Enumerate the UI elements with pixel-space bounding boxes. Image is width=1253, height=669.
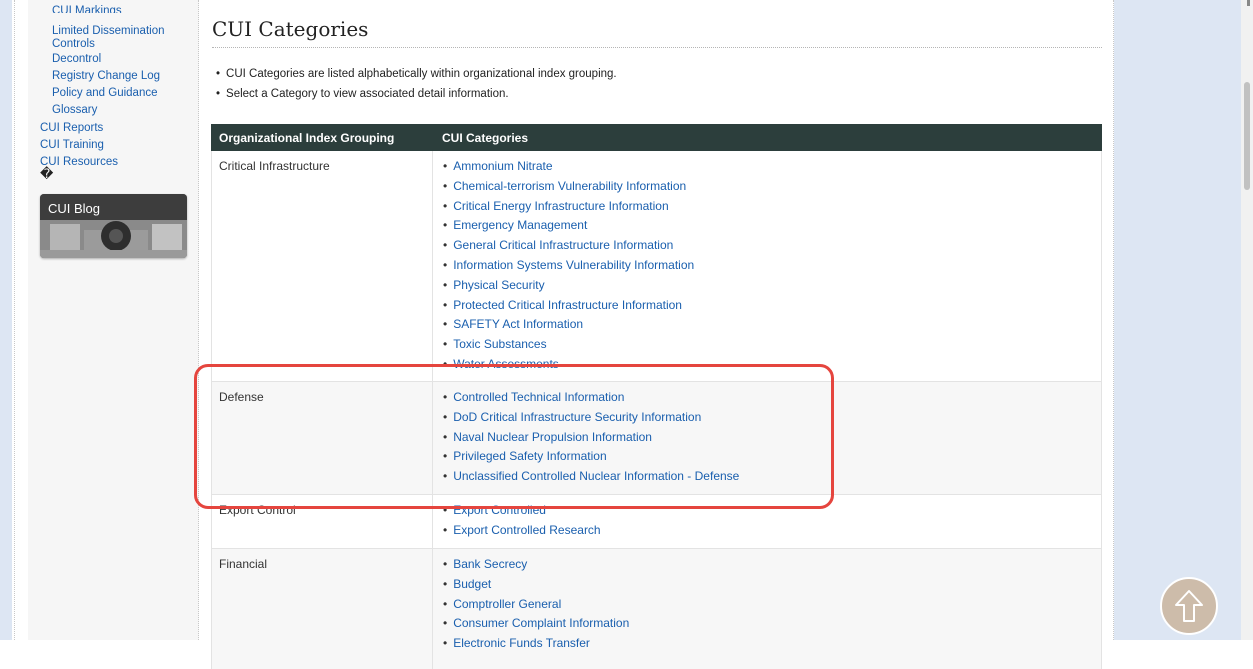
scrollbar-top-marker: [1247, 0, 1250, 6]
table-row-defense: Defense Controlled Technical Information…: [211, 382, 1102, 495]
back-to-top-button[interactable]: [1160, 577, 1218, 635]
category-link-emergency-management[interactable]: Emergency Management: [453, 218, 587, 232]
category-link-chemical-terrorism[interactable]: Chemical-terrorism Vulnerability Informa…: [453, 179, 686, 193]
category-link-comptroller-general[interactable]: Comptroller General: [453, 597, 561, 611]
category-link-electronic-funds-transfer[interactable]: Electronic Funds Transfer: [453, 636, 590, 650]
group-label: Financial: [219, 557, 268, 571]
category-item: Privileged Safety Information: [443, 447, 739, 467]
category-item: Consumer Complaint Information: [443, 614, 629, 634]
category-link-export-controlled-research[interactable]: Export Controlled Research: [453, 523, 600, 537]
replacement-character-glyph: �: [40, 166, 54, 181]
category-item: Critical Energy Infrastructure Informati…: [443, 197, 694, 217]
category-item: Unclassified Controlled Nuclear Informat…: [443, 467, 739, 487]
group-label: Export Control: [219, 503, 296, 517]
column-divider: [432, 495, 433, 548]
sidebar-item-registry-change-log[interactable]: Registry Change Log: [52, 70, 160, 83]
sidebar-item-cui-training[interactable]: CUI Training: [40, 139, 104, 152]
category-item: General Critical Infrastructure Informat…: [443, 236, 694, 256]
category-link-controlled-technical-information[interactable]: Controlled Technical Information: [453, 390, 624, 404]
header-organizational-index-grouping: Organizational Index Grouping: [219, 131, 395, 145]
category-link-privileged-safety[interactable]: Privileged Safety Information: [453, 449, 606, 463]
category-item: Export Controlled Research: [443, 521, 600, 541]
table-header: Organizational Index Grouping CUI Catego…: [211, 124, 1102, 151]
page-left-divider: [14, 0, 15, 640]
up-arrow-circle-icon: [1175, 590, 1203, 622]
category-item: Bank Secrecy: [443, 555, 629, 575]
category-link-critical-energy[interactable]: Critical Energy Infrastructure Informati…: [453, 199, 668, 213]
group-label: Critical Infrastructure: [219, 159, 330, 173]
category-link-physical-security[interactable]: Physical Security: [453, 278, 544, 292]
category-item: Emergency Management: [443, 216, 694, 236]
page-left-background: [0, 0, 12, 640]
category-link-ucni-defense[interactable]: Unclassified Controlled Nuclear Informat…: [453, 469, 739, 483]
category-item: DoD Critical Infrastructure Security Inf…: [443, 408, 739, 428]
sidebar-item-limited-dissemination-controls[interactable]: Limited Dissemination Controls: [52, 25, 172, 51]
category-link-general-critical-infrastructure[interactable]: General Critical Infrastructure Informat…: [453, 238, 673, 252]
category-list: Ammonium Nitrate Chemical-terrorism Vuln…: [443, 157, 694, 375]
category-link-water-assessments[interactable]: Water Assessments: [453, 357, 559, 371]
intro-item: CUI Categories are listed alphabetically…: [216, 64, 617, 84]
sidebar-item-cui-markings[interactable]: CUI Markings: [52, 5, 122, 13]
category-item: Protected Critical Infrastructure Inform…: [443, 296, 694, 316]
category-item: Water Assessments: [443, 355, 694, 375]
category-item: Chemical-terrorism Vulnerability Informa…: [443, 177, 694, 197]
category-item: SAFETY Act Information: [443, 315, 694, 335]
cui-blog-label: CUI Blog: [48, 201, 101, 216]
category-link-safety-act[interactable]: SAFETY Act Information: [453, 317, 583, 331]
scrollbar-thumb[interactable]: [1244, 82, 1250, 190]
group-label: Defense: [219, 390, 264, 404]
category-link-naval-nuclear-propulsion[interactable]: Naval Nuclear Propulsion Information: [453, 430, 652, 444]
title-divider: [212, 47, 1102, 48]
category-item: Export Controlled: [443, 501, 601, 521]
category-link-budget[interactable]: Budget: [453, 577, 491, 591]
cui-blog-card[interactable]: CUI Blog: [40, 194, 187, 258]
category-item: Controlled Technical Information: [443, 388, 739, 408]
category-link-dod-critical-infrastructure[interactable]: DoD Critical Infrastructure Security Inf…: [453, 410, 701, 424]
page-right-background: [1114, 0, 1241, 640]
category-link-information-systems-vulnerability[interactable]: Information Systems Vulnerability Inform…: [453, 258, 694, 272]
intro-item: Select a Category to view associated det…: [216, 84, 617, 104]
category-item: Comptroller General: [443, 595, 629, 615]
category-link-toxic-substances[interactable]: Toxic Substances: [453, 337, 546, 351]
category-item: Naval Nuclear Propulsion Information: [443, 428, 739, 448]
category-item: Toxic Substances: [443, 335, 694, 355]
category-item: Budget: [443, 575, 629, 595]
sidebar-item-policy-and-guidance[interactable]: Policy and Guidance: [52, 87, 157, 100]
sidebar: CUI Markings Limited Dissemination Contr…: [28, 0, 199, 640]
category-item: Physical Security: [443, 276, 694, 296]
category-link-protected-critical-infrastructure[interactable]: Protected Critical Infrastructure Inform…: [453, 298, 682, 312]
column-divider: [432, 382, 433, 494]
category-item: Ammonium Nitrate: [443, 157, 694, 177]
cui-categories-table: Organizational Index Grouping CUI Catego…: [211, 124, 1102, 669]
category-item: Information Systems Vulnerability Inform…: [443, 256, 694, 276]
category-list: Controlled Technical Information DoD Cri…: [443, 388, 739, 487]
category-list: Bank Secrecy Budget Comptroller General …: [443, 555, 629, 654]
column-divider: [432, 549, 433, 669]
category-list: Export Controlled Export Controlled Rese…: [443, 501, 601, 541]
page-title: CUI Categories: [212, 17, 369, 41]
category-link-ammonium-nitrate[interactable]: Ammonium Nitrate: [453, 159, 552, 173]
category-item: Electronic Funds Transfer: [443, 634, 629, 654]
table-row-export-control: Export Control Export Controlled Export …: [211, 495, 1102, 549]
table-row-critical-infrastructure: Critical Infrastructure Ammonium Nitrate…: [211, 151, 1102, 382]
category-link-export-controlled[interactable]: Export Controlled: [453, 503, 546, 517]
category-link-bank-secrecy[interactable]: Bank Secrecy: [453, 557, 527, 571]
category-link-consumer-complaint[interactable]: Consumer Complaint Information: [453, 616, 629, 630]
sidebar-item-glossary[interactable]: Glossary: [52, 104, 97, 117]
table-row-financial: Financial Bank Secrecy Budget Comptrolle…: [211, 549, 1102, 669]
sidebar-item-cui-reports[interactable]: CUI Reports: [40, 122, 103, 135]
intro-list: CUI Categories are listed alphabetically…: [216, 64, 617, 104]
column-divider: [432, 151, 433, 381]
sidebar-item-decontrol[interactable]: Decontrol: [52, 53, 101, 66]
header-cui-categories: CUI Categories: [442, 131, 529, 145]
